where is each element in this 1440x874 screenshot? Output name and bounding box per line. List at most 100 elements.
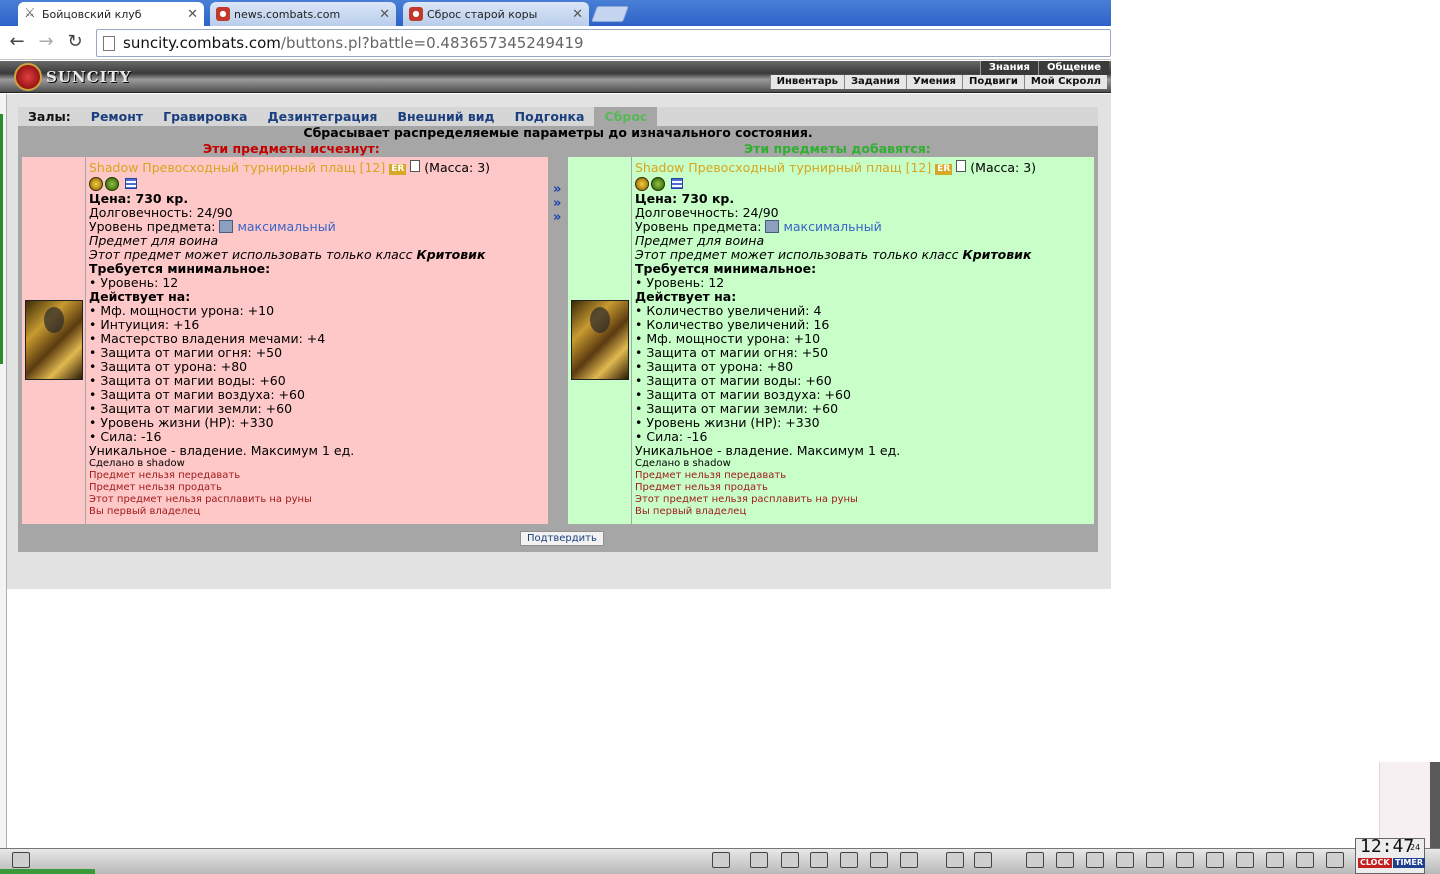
tab-reset-bark[interactable]: ● Сброс старой коры ✕	[403, 2, 589, 26]
effect-line: • Защита от магии воды: +60	[635, 373, 832, 388]
item-card-old: Shadow Превосходный турнирный плащ [12] …	[22, 157, 548, 524]
effect-line: • Количество увеличений: 4	[635, 303, 822, 318]
browser-toolbar: ← → ↻ suncity.combats.com/buttons.pl?bat…	[0, 26, 1111, 60]
tray-helmet-icon[interactable]	[1326, 852, 1344, 868]
document-icon[interactable]	[956, 160, 967, 172]
item-name[interactable]: Shadow Превосходный турнирный плащ [12]	[635, 160, 931, 175]
menu-my-scroll[interactable]: Мой Скролл	[1023, 75, 1107, 89]
tray-potion-icon[interactable]	[1146, 852, 1164, 868]
item-mass: (Масса: 3)	[970, 160, 1037, 175]
hall-engraving[interactable]: Гравировка	[153, 107, 257, 126]
tray-ring-icon[interactable]	[946, 852, 964, 868]
class-restriction: Этот предмет может использовать только к…	[635, 248, 1091, 262]
cloak-item-image[interactable]	[571, 300, 629, 380]
unique-note: Уникальное - владение. Максимум 1 ед.	[89, 443, 355, 458]
cloak-item-image[interactable]	[25, 300, 83, 380]
class-restriction-text: Этот предмет может использовать только к…	[635, 247, 963, 262]
tray-shield-icon[interactable]	[1206, 852, 1224, 868]
effect-line: • Защита от урона: +80	[89, 359, 248, 374]
requires-title: Требуется минимальное:	[635, 261, 817, 276]
item-info: Shadow Превосходный турнирный плащ [12] …	[635, 160, 1091, 518]
tray-hand-icon[interactable]	[900, 852, 918, 868]
transfer-arrows: » » »	[553, 183, 565, 225]
item-durability: Долговечность: 24/90	[635, 205, 779, 220]
close-icon[interactable]: ✕	[379, 7, 390, 22]
document-icon[interactable]	[410, 160, 421, 172]
menu-inventory[interactable]: Инвентарь	[769, 75, 844, 89]
level-badge-icon	[765, 220, 780, 233]
menu-communication[interactable]: Общение	[1037, 61, 1109, 75]
hall-reset[interactable]: Сброс	[594, 107, 658, 126]
tray-chest-icon[interactable]	[1116, 852, 1134, 868]
tray-book-icon[interactable]	[1236, 852, 1254, 868]
tray-bag-icon[interactable]	[810, 852, 828, 868]
effects-title: Действует на:	[635, 289, 737, 304]
made-in: Сделано в shadow	[635, 458, 731, 469]
hall-description: Сбрасывает распределяемые параметры до и…	[303, 125, 813, 140]
hall-disintegration[interactable]: Дезинтеграция	[258, 107, 388, 126]
item-image-cell	[568, 157, 632, 524]
game-header: SUNCITY Знания Общение Инвентарь Задания…	[0, 61, 1111, 93]
stats-bar-icon	[125, 178, 137, 189]
tray-gem-icon[interactable]	[1266, 852, 1284, 868]
scrollbar[interactable]	[1430, 762, 1440, 848]
top-menu: Знания Общение	[979, 61, 1109, 75]
tray-tool-icon[interactable]	[781, 852, 799, 868]
unique-note: Уникальное - владение. Максимум 1 ед.	[635, 443, 901, 458]
tray-flag-icon[interactable]	[974, 852, 992, 868]
class-restriction-text: Этот предмет может использовать только к…	[89, 247, 417, 262]
tray-glove-icon[interactable]	[1176, 852, 1194, 868]
tab-news[interactable]: ● news.combats.com ✕	[210, 2, 396, 26]
item-level: Уровень предмета: максимальный	[635, 220, 1091, 234]
clock-seconds: 24	[1410, 843, 1421, 852]
quick-launch-icon[interactable]	[12, 852, 30, 868]
tray-face-icon[interactable]	[1026, 852, 1044, 868]
hall-fitting[interactable]: Подгонка	[505, 107, 595, 126]
menu-knowledge[interactable]: Знания	[979, 61, 1038, 75]
effect-line: • Защита от урона: +80	[635, 359, 794, 374]
item-level-value[interactable]: максимальный	[237, 219, 335, 234]
effect-line: • Уровень жизни (HP): +330	[635, 415, 820, 430]
made-in: Сделано в shadow	[89, 458, 185, 469]
tray-sword-icon[interactable]	[870, 852, 888, 868]
start-button-strip[interactable]	[0, 869, 95, 874]
tray-runner-icon[interactable]	[840, 852, 858, 868]
crossed-swords-icon: ⚔	[24, 6, 36, 21]
tray-feather-icon[interactable]	[1056, 852, 1074, 868]
close-icon[interactable]: ✕	[572, 7, 583, 22]
tray-scroll-icon[interactable]	[1086, 852, 1104, 868]
tab-fight-club[interactable]: ⚔ Бойцовский клуб ✕	[18, 2, 204, 26]
forward-arrow-icon[interactable]: →	[35, 31, 57, 53]
arrow-glyph: »	[553, 210, 562, 225]
menu-quests[interactable]: Задания	[843, 75, 906, 89]
item-title-line: Shadow Превосходный турнирный плащ [12] …	[89, 160, 545, 175]
note-line: Этот предмет нельзя расплавить на руны	[89, 494, 312, 505]
level-badge-icon	[219, 220, 234, 233]
timer-label[interactable]: TIMER	[1393, 858, 1426, 868]
tray-check-icon[interactable]	[750, 852, 768, 868]
arrow-glyph: »	[553, 182, 562, 197]
item-mod-icons	[635, 175, 1091, 192]
reload-icon[interactable]: ↻	[64, 31, 86, 53]
address-bar[interactable]: suncity.combats.com/buttons.pl?battle=0.…	[96, 29, 1111, 57]
note-line: Вы первый владелец	[635, 506, 747, 517]
new-tab-button[interactable]	[591, 6, 629, 22]
close-icon[interactable]: ✕	[187, 7, 198, 22]
hall-appearance[interactable]: Внешний вид	[387, 107, 504, 126]
clock-widget[interactable]: 12:47 24 CLOCK TIMER	[1355, 836, 1426, 874]
item-level-value[interactable]: максимальный	[783, 219, 881, 234]
menu-achievements[interactable]: Подвиги	[961, 75, 1024, 89]
tray-boot-icon[interactable]	[1296, 852, 1314, 868]
item-level-label: Уровень предмета:	[89, 219, 216, 234]
item-name[interactable]: Shadow Превосходный турнирный плащ [12]	[89, 160, 385, 175]
back-arrow-icon[interactable]: ←	[6, 31, 28, 53]
hall-repair[interactable]: Ремонт	[81, 107, 153, 126]
item-image-cell	[22, 157, 86, 524]
item-info: Shadow Превосходный турнирный плащ [12] …	[89, 160, 545, 518]
note-line: Вы первый владелец	[89, 506, 201, 517]
menu-skills[interactable]: Умения	[905, 75, 962, 89]
frame-accent	[0, 114, 3, 364]
clock-label[interactable]: CLOCK	[1358, 858, 1392, 868]
confirm-button[interactable]: Подтвердить	[520, 531, 604, 546]
tray-back-icon[interactable]	[712, 852, 730, 868]
